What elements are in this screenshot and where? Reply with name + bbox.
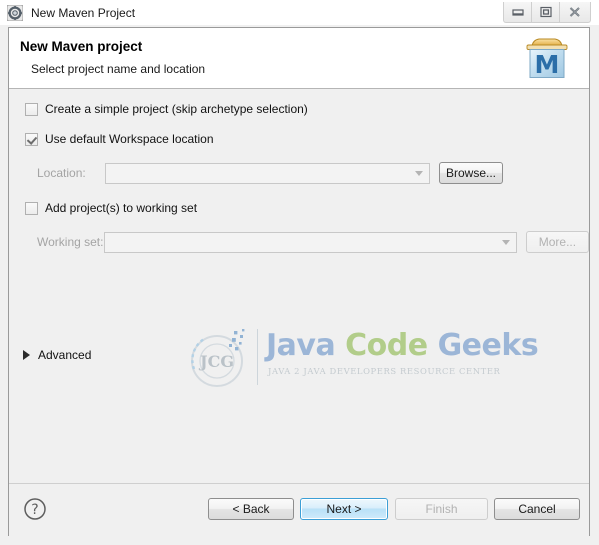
page-subtitle: Select project name and location [31, 62, 206, 76]
location-row: Location: Browse... [37, 162, 589, 184]
use-default-workspace-row[interactable]: Use default Workspace location [25, 132, 214, 146]
chevron-right-icon [23, 350, 30, 360]
svg-text:?: ? [31, 502, 38, 518]
restore-icon [539, 6, 552, 18]
add-to-working-set-row[interactable]: Add project(s) to working set [25, 201, 197, 215]
create-simple-project-checkbox[interactable] [25, 102, 38, 116]
add-to-working-set-checkbox[interactable] [25, 201, 38, 215]
back-button[interactable]: < Back [208, 498, 294, 520]
close-icon [569, 7, 580, 17]
minimize-button[interactable] [504, 2, 532, 22]
maven-project-box-icon: M [519, 34, 575, 84]
watermark-title: Java Code Geeks [266, 328, 539, 363]
advanced-section-toggle[interactable]: Advanced [23, 348, 91, 362]
use-default-workspace-checkbox[interactable] [25, 132, 38, 146]
restore-button[interactable] [532, 2, 560, 22]
title-bar: New Maven Project [0, 0, 599, 25]
help-question-icon[interactable]: ? [23, 497, 47, 521]
location-label: Location: [37, 166, 86, 180]
page-title: New Maven project [20, 39, 143, 54]
finish-button: Finish [395, 498, 488, 520]
wizard-banner: New Maven project Select project name an… [9, 28, 589, 89]
advanced-label: Advanced [38, 348, 92, 362]
watermark-word-java: Java [266, 328, 346, 363]
next-button[interactable]: Next > [300, 498, 388, 520]
create-simple-project-label: Create a simple project (skip archetype … [45, 102, 308, 116]
jcg-logo-icon: JCG [184, 325, 252, 391]
watermark-divider [257, 329, 258, 385]
location-input[interactable] [105, 162, 430, 184]
cancel-button[interactable]: Cancel [494, 498, 580, 520]
close-button[interactable] [560, 2, 590, 22]
dialog-button-bar: ? < Back Next > Finish Cancel [9, 483, 589, 536]
window-title: New Maven Project [31, 5, 136, 20]
svg-text:M: M [535, 50, 560, 79]
working-set-row: Working set: More... [37, 231, 589, 253]
browse-button[interactable]: Browse... [439, 162, 503, 184]
window-controls [503, 2, 591, 23]
watermark-tagline: JAVA 2 JAVA DEVELOPERS RESOURCE CENTER [268, 366, 501, 376]
working-set-input[interactable] [104, 231, 517, 253]
use-default-workspace-label: Use default Workspace location [45, 132, 214, 146]
create-simple-project-row[interactable]: Create a simple project (skip archetype … [25, 102, 308, 116]
watermark-word-geeks: Geeks [437, 328, 539, 363]
chevron-down-icon [415, 170, 423, 176]
minimize-icon [511, 9, 524, 16]
chevron-down-icon [501, 239, 510, 245]
java-code-geeks-watermark: JCG Java Code Geeks JAVA 2 JAVA DEVELOPE… [184, 321, 539, 393]
wizard-dialog: New Maven project Select project name an… [8, 27, 590, 536]
add-to-working-set-label: Add project(s) to working set [45, 201, 198, 215]
svg-text:JCG: JCG [198, 352, 234, 371]
new-maven-project-window: New Maven Project New Maven project Sele… [0, 0, 599, 545]
wizard-content: JCG Java Code Geeks JAVA 2 JAVA DEVELOPE… [9, 89, 589, 483]
watermark-word-code: Code [345, 328, 438, 363]
working-set-label: Working set: [37, 235, 104, 249]
more-button: More... [525, 231, 589, 253]
maven-gear-icon [6, 4, 24, 21]
